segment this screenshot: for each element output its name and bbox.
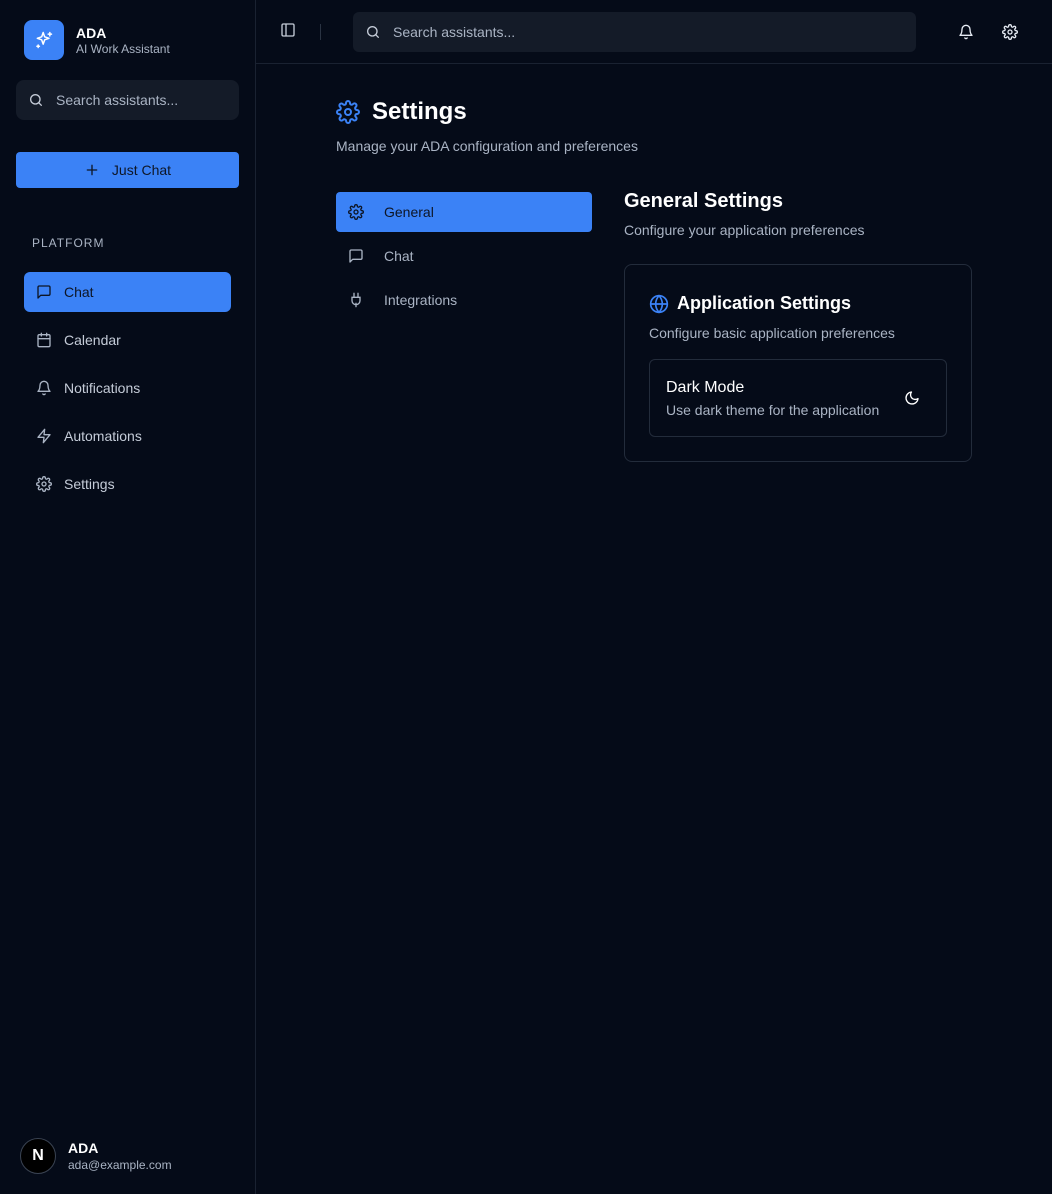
calendar-icon [36, 332, 52, 348]
gear-icon [1002, 24, 1018, 40]
user-email: ada@example.com [68, 1157, 172, 1172]
sidebar-item-label: Calendar [64, 332, 121, 348]
general-settings-title: General Settings [624, 190, 783, 212]
sidebar: ADA AI Work Assistant Search assistants.… [0, 0, 256, 1194]
dark-mode-description: Use dark theme for the application [666, 402, 880, 418]
sidebar-search-input[interactable]: Search assistants... [16, 80, 239, 120]
globe-icon [649, 293, 669, 314]
sidebar-item-label: Settings [64, 476, 115, 492]
notifications-button[interactable] [958, 24, 974, 40]
brand[interactable]: ADA AI Work Assistant [24, 20, 170, 60]
app-subtitle: AI Work Assistant [76, 41, 170, 56]
page-subtitle: Manage your ADA configuration and prefer… [336, 138, 638, 154]
sidebar-item-notifications[interactable]: Notifications [24, 368, 231, 408]
bell-icon [36, 380, 52, 396]
plug-icon [348, 292, 364, 308]
sidebar-item-calendar[interactable]: Calendar [24, 320, 231, 360]
tab-chat[interactable]: Chat [336, 236, 592, 276]
search-icon [28, 92, 44, 108]
tab-general[interactable]: General [336, 192, 592, 232]
avatar: N [20, 1138, 56, 1174]
dark-mode-setting: Dark Mode Use dark theme for the applica… [649, 359, 947, 437]
search-icon [365, 24, 381, 40]
zap-icon [36, 428, 52, 444]
tab-label: Integrations [384, 292, 458, 308]
topbar: Search assistants... [256, 0, 1052, 64]
sidebar-search-placeholder: Search assistants... [56, 92, 179, 108]
settings-tabs: General Chat Integrations [336, 192, 592, 324]
general-settings-subtitle: Configure your application preferences [624, 222, 865, 238]
tab-label: General [384, 204, 434, 220]
gear-icon [336, 100, 360, 124]
dark-mode-toggle[interactable] [904, 390, 920, 406]
sparkles-icon [24, 20, 64, 60]
settings-button[interactable] [1002, 24, 1018, 40]
just-chat-label: Just Chat [111, 162, 172, 178]
user-name: ADA [68, 1139, 99, 1156]
card-subtitle: Configure basic application preferences [649, 325, 895, 341]
app-name: ADA [76, 24, 107, 41]
panel-left-icon [280, 22, 296, 38]
sidebar-item-label: Automations [64, 428, 142, 444]
sidebar-toggle-button[interactable] [280, 22, 296, 38]
moon-icon [904, 390, 920, 406]
sidebar-item-chat[interactable]: Chat [24, 272, 231, 312]
message-square-icon [36, 284, 52, 300]
gear-icon [348, 204, 364, 220]
card-title: Application Settings [677, 293, 852, 313]
page-header: Settings [336, 98, 467, 126]
divider [320, 24, 321, 40]
bell-icon [958, 24, 974, 40]
section-label-platform: PLATFORM [32, 236, 105, 250]
sidebar-nav: Chat Calendar Notifications Automations … [24, 272, 231, 512]
sidebar-item-label: Notifications [64, 380, 141, 396]
tab-label: Chat [384, 248, 414, 264]
sidebar-item-label: Chat [64, 284, 94, 300]
sidebar-item-automations[interactable]: Automations [24, 416, 231, 456]
tab-integrations[interactable]: Integrations [336, 280, 592, 320]
plus-icon [84, 162, 100, 178]
application-settings-card: Application Settings Configure basic app… [624, 264, 972, 462]
avatar-letter: N [32, 1147, 44, 1164]
top-search-input[interactable]: Search assistants... [353, 12, 916, 52]
user-profile[interactable]: N ADA ada@example.com [20, 1138, 172, 1174]
gear-icon [36, 476, 52, 492]
just-chat-button[interactable]: Just Chat [16, 152, 239, 188]
page-title: Settings [372, 98, 467, 125]
dark-mode-title: Dark Mode [666, 379, 745, 396]
message-square-icon [348, 248, 364, 264]
sidebar-item-settings[interactable]: Settings [24, 464, 231, 504]
top-search-placeholder: Search assistants... [393, 24, 516, 40]
